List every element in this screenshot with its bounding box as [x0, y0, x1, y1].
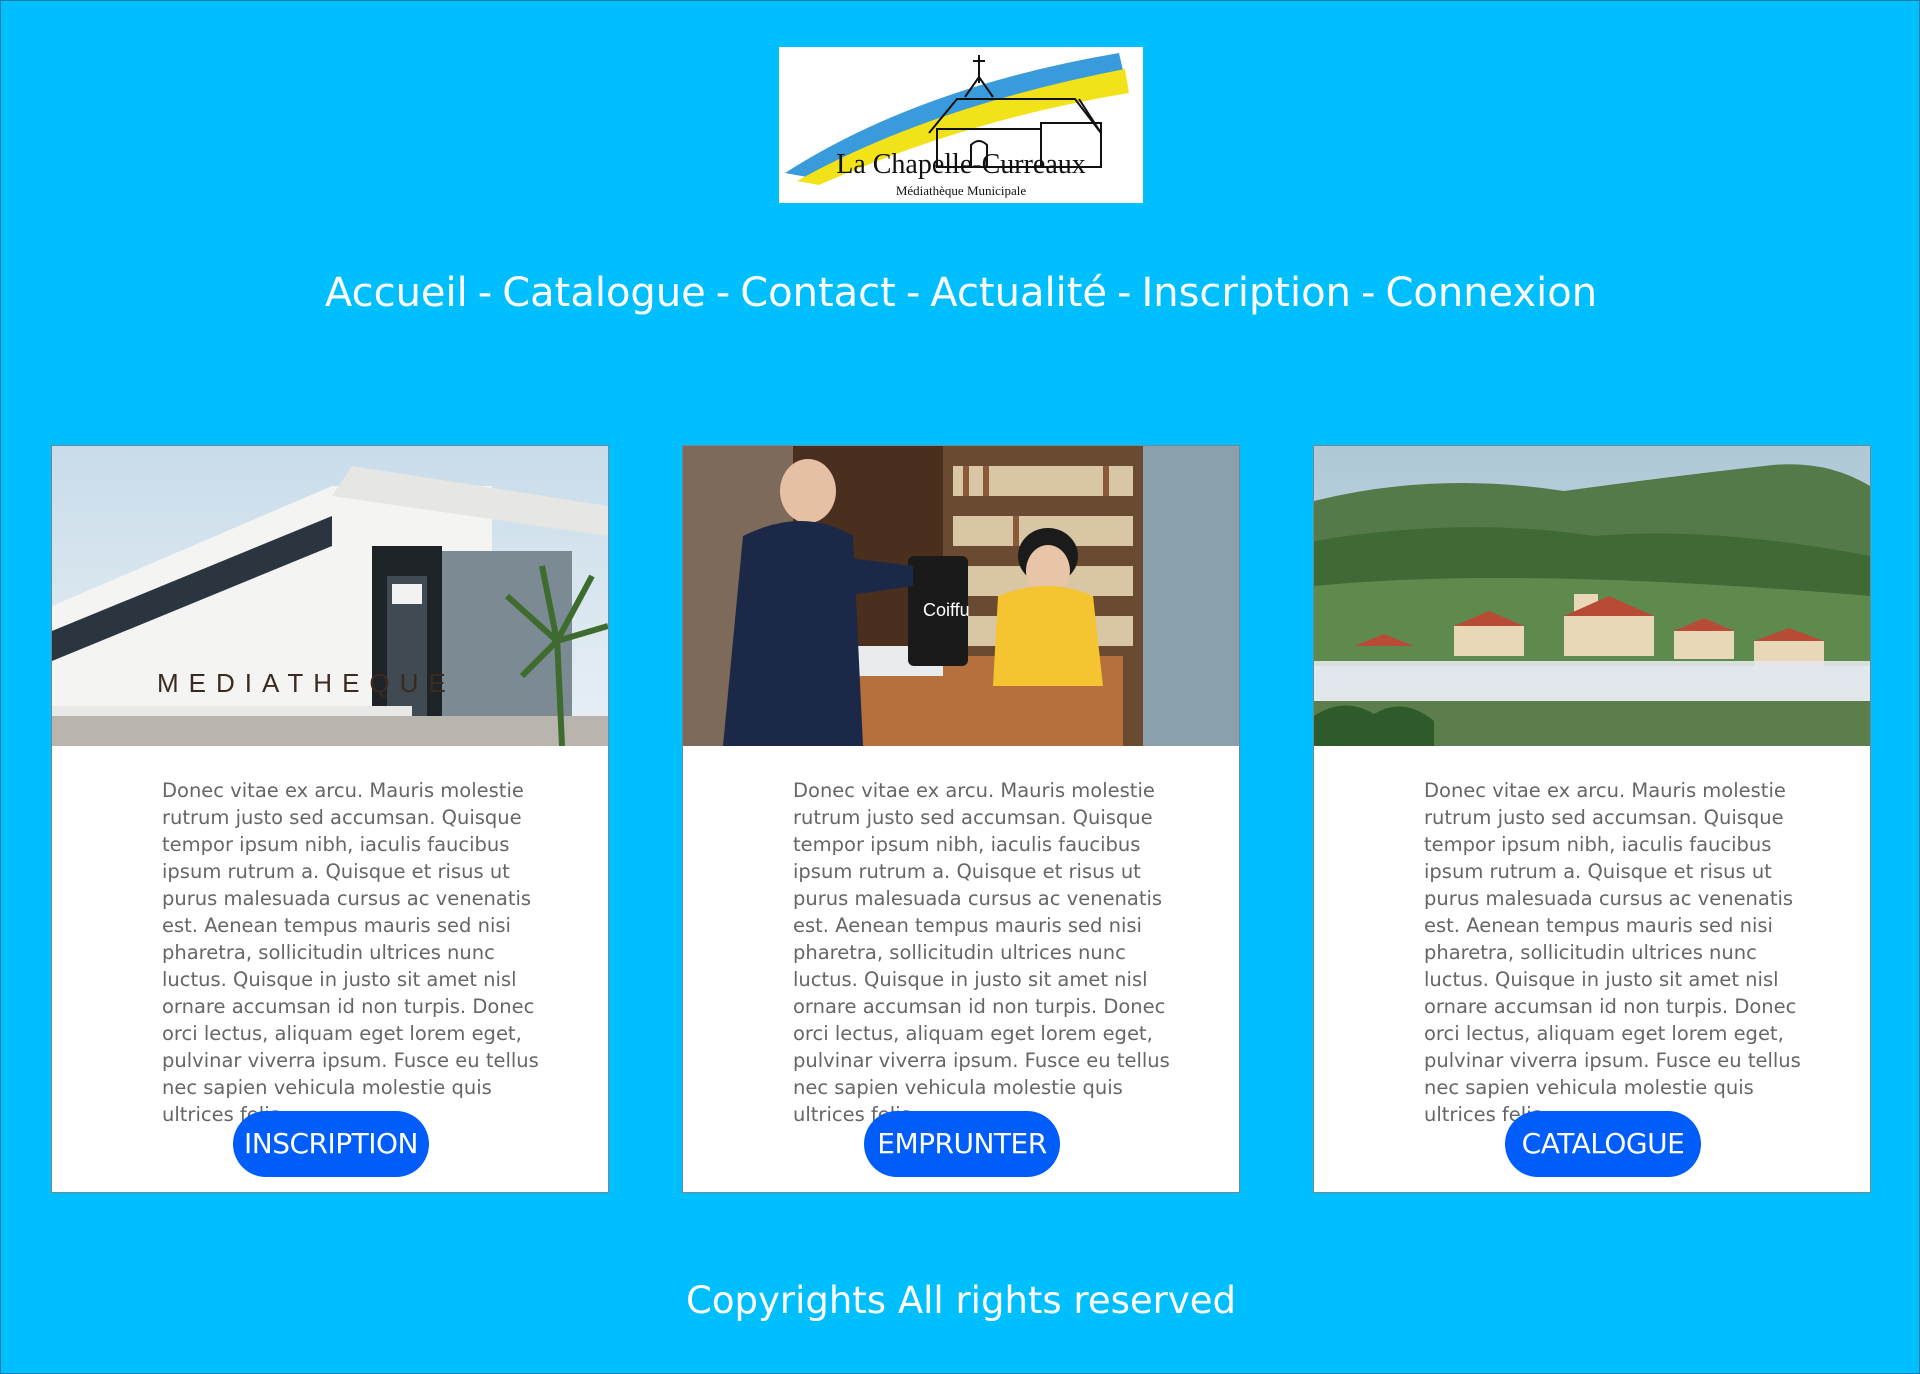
logo-graphic: La Chapelle-Curreaux Médiathèque Municip… — [779, 47, 1143, 203]
logo-title: La Chapelle-Curreaux — [836, 149, 1086, 180]
nav-inscription[interactable]: Inscription — [1141, 270, 1351, 316]
emprunter-button[interactable]: EMPRUNTER — [864, 1111, 1060, 1177]
card-description: Donec vitae ex arcu. Mauris molestie rut… — [1424, 779, 1801, 1126]
site-logo[interactable]: La Chapelle-Curreaux Médiathèque Municip… — [779, 47, 1143, 203]
card-inscription: MEDIATHEQUE Donec vitae ex arcu. Mauris … — [51, 445, 609, 1193]
nav-connexion[interactable]: Connexion — [1385, 270, 1597, 316]
logo-subtitle: Médiathèque Municipale — [896, 183, 1027, 198]
card-description: Donec vitae ex arcu. Mauris molestie rut… — [162, 779, 539, 1126]
card-catalogue: Donec vitae ex arcu. Mauris molestie rut… — [1313, 445, 1871, 1193]
inscription-button[interactable]: INSCRIPTION — [233, 1111, 429, 1177]
footer-copyright: Copyrights All rights reserved — [686, 1279, 1236, 1322]
card-description: Donec vitae ex arcu. Mauris molestie rut… — [793, 779, 1170, 1126]
nav-catalogue[interactable]: Catalogue — [502, 270, 706, 316]
village-landscape-photo — [1314, 446, 1870, 746]
nav-accueil[interactable]: Accueil — [325, 270, 468, 316]
building-sign-text: MEDIATHEQUE — [157, 668, 456, 698]
main-navigation: Accueil - Catalogue - Contact - Actualité - Insc… — [1, 263, 1920, 323]
nav-separator: - — [715, 270, 731, 316]
nav-separator: - — [1117, 270, 1132, 316]
mediatheque-building-photo: MEDIATHEQUE — [52, 446, 608, 746]
card-emprunter: Coiffu Donec vitae ex arcu. Mauris moles… — [682, 445, 1240, 1193]
nav-separator: - — [1361, 270, 1376, 316]
nav-actualite[interactable]: Actualité — [930, 270, 1107, 316]
catalogue-button[interactable]: CATALOGUE — [1505, 1111, 1701, 1177]
bookshop-counter-photo: Coiffu — [683, 446, 1239, 746]
nav-contact[interactable]: Contact — [740, 270, 896, 316]
nav-separator: - — [477, 270, 493, 316]
bag-logo: Coiffu — [923, 600, 970, 620]
nav-separator: - — [905, 270, 921, 316]
